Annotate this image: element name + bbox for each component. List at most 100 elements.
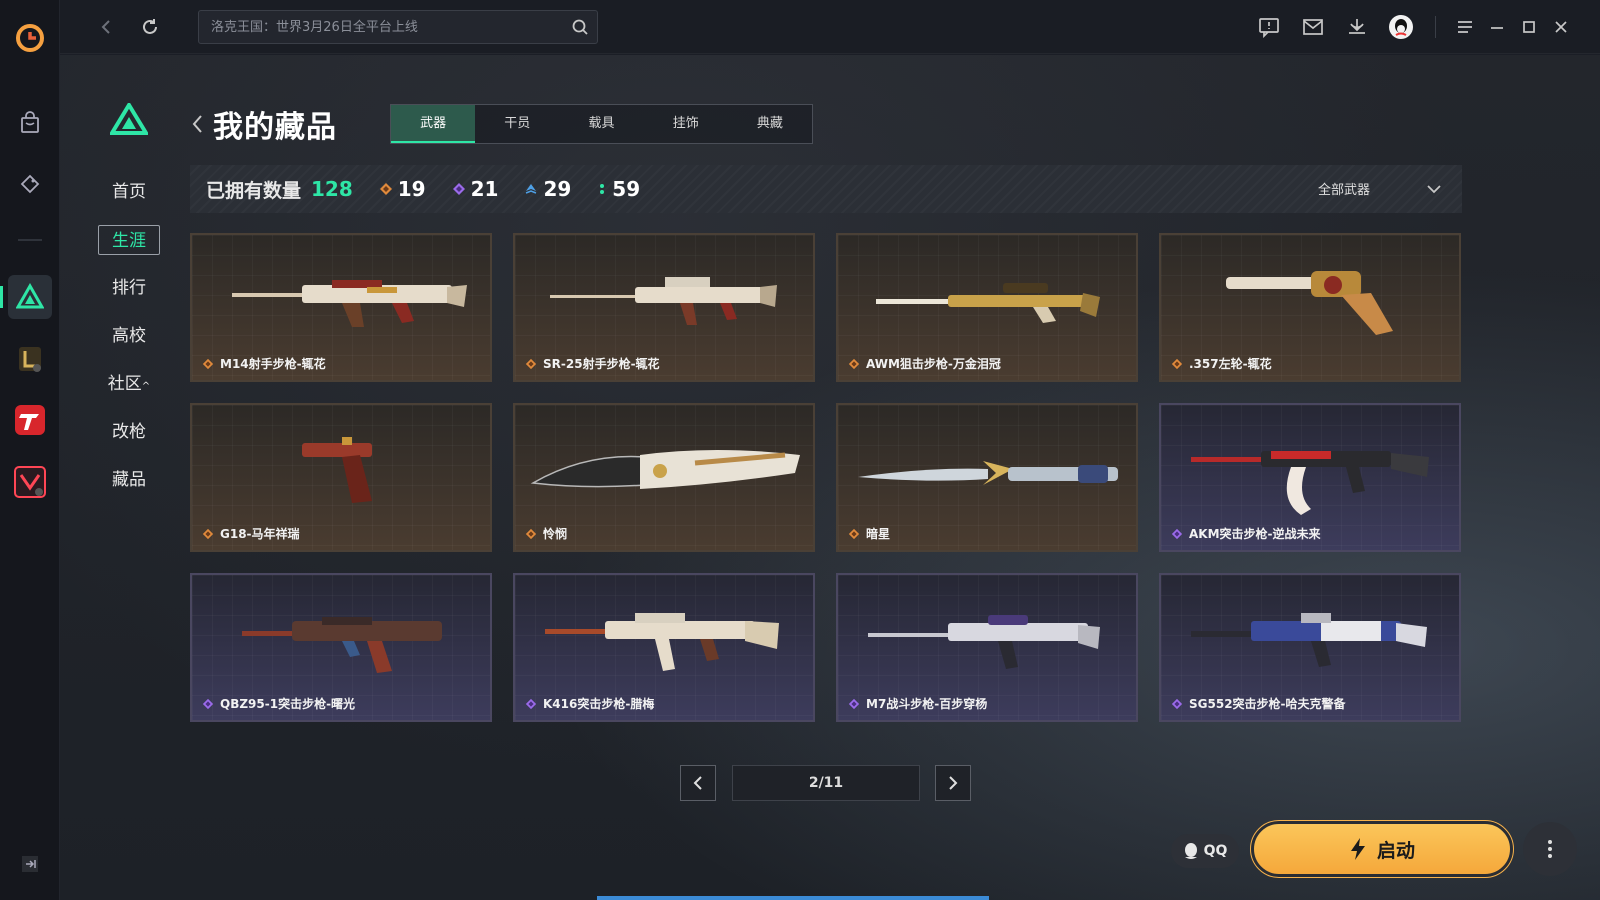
mail-icon[interactable]	[1299, 13, 1327, 41]
item-name: M14射手步枪-辄花	[220, 357, 326, 371]
item-name: SR-25射手步枪-辄花	[543, 357, 660, 371]
item-card[interactable]: M7战斗步枪-百步穿杨	[836, 573, 1138, 722]
league-game-icon[interactable]	[8, 337, 52, 381]
item-name: 暗星	[866, 527, 891, 541]
green-count: 59	[597, 177, 640, 201]
akm-rifle-icon	[1191, 451, 1429, 515]
weapon-filter-dropdown[interactable]: 全部武器	[1318, 179, 1442, 198]
sidebar-item-community[interactable]: 社区^	[98, 369, 160, 399]
item-label: G18-马年祥瑞	[202, 525, 300, 542]
purple-count: 21	[452, 177, 498, 201]
tab-weapons[interactable]: 武器	[391, 105, 476, 143]
k416-rifle-icon	[545, 613, 779, 671]
search-input[interactable]	[199, 11, 559, 43]
item-label: K416突击步枪-腊梅	[525, 695, 654, 712]
item-name: G18-马年祥瑞	[220, 527, 300, 541]
sidebar-item-ranking[interactable]: 排行	[98, 273, 160, 303]
search-box[interactable]	[198, 10, 598, 44]
app-logo-icon[interactable]	[8, 16, 52, 60]
tab-operators[interactable]: 干员	[475, 105, 559, 143]
valorant-game-icon[interactable]	[8, 460, 52, 504]
item-label: 怜悯	[525, 525, 567, 542]
prev-page-button[interactable]	[680, 765, 716, 801]
page-back-icon[interactable]	[190, 113, 204, 139]
purple-rarity-icon	[1171, 698, 1183, 709]
sidebar-item-home[interactable]: 首页	[98, 177, 160, 207]
item-label: AKM突击步枪-逆战未来	[1171, 525, 1321, 542]
item-card[interactable]: G18-马年祥瑞	[190, 403, 492, 552]
sidebar-item-college[interactable]: 高校	[98, 321, 160, 351]
item-label: AWM狙击步枪-万金泪冠	[848, 355, 1001, 372]
qq-account-button[interactable]: QQ	[1171, 834, 1239, 868]
delta-force-game-icon[interactable]	[8, 275, 52, 319]
sidebar-item-community-label: 社区	[107, 374, 142, 394]
chat-icon[interactable]	[1255, 13, 1283, 41]
sidebar-item-gunsmith[interactable]: 改枪	[98, 417, 160, 447]
item-name: 怜悯	[543, 527, 568, 541]
menu-icon[interactable]	[1451, 13, 1479, 41]
gold-count: 19	[379, 177, 426, 201]
item-label: SG552突击步枪-哈夫克警备	[1171, 695, 1346, 712]
item-name: .357左轮-辄花	[1189, 357, 1272, 371]
weapon-filter-label: 全部武器	[1317, 183, 1370, 198]
revolver-icon	[1226, 271, 1393, 335]
purple-rarity-icon	[525, 698, 537, 709]
item-card[interactable]: 暗星	[836, 403, 1138, 552]
m7-rifle-icon	[868, 615, 1100, 669]
next-page-button[interactable]	[935, 765, 971, 801]
avatar-icon[interactable]	[1387, 13, 1415, 41]
minimize-icon[interactable]	[1483, 13, 1511, 41]
back-nav-icon[interactable]	[92, 13, 120, 41]
item-label: 暗星	[848, 525, 890, 542]
gold-rarity-icon	[1171, 358, 1183, 369]
purple-rarity-icon	[848, 698, 860, 709]
lightning-icon	[1350, 838, 1365, 860]
more-vertical-icon	[1548, 840, 1552, 858]
item-name: M7战斗步枪-百步穿杨	[866, 697, 988, 711]
more-options-button[interactable]	[1523, 822, 1577, 876]
rail-divider	[18, 239, 42, 241]
gold-count-value: 19	[397, 177, 426, 201]
launch-button[interactable]: 启动	[1250, 820, 1514, 878]
item-card[interactable]: K416突击步枪-腊梅	[513, 573, 815, 722]
tab-charms[interactable]: 挂饰	[644, 105, 728, 143]
gold-rarity-icon	[848, 358, 860, 369]
collapse-sidebar-icon[interactable]	[20, 854, 40, 878]
search-icon[interactable]	[571, 18, 589, 40]
page-indicator: 2/11	[732, 765, 920, 801]
chevron-down-icon	[1427, 184, 1441, 193]
item-card[interactable]: .357左轮-辄花	[1159, 233, 1461, 382]
chevron-left-icon	[693, 776, 702, 790]
item-name: SG552突击步枪-哈夫克警备	[1189, 697, 1346, 711]
gold-rarity-icon	[525, 528, 537, 539]
awm-sniper-icon	[876, 283, 1100, 323]
item-card[interactable]: AKM突击步枪-逆战未来	[1159, 403, 1461, 552]
tag-icon[interactable]	[8, 162, 52, 206]
blue-rarity-icon	[526, 184, 537, 194]
speed-game-icon[interactable]	[8, 398, 52, 442]
sidebar-item-career[interactable]: 生涯	[98, 225, 160, 255]
item-card[interactable]: AWM狙击步枪-万金泪冠	[836, 233, 1138, 382]
tab-vehicles[interactable]: 载具	[559, 105, 643, 143]
sr25-rifle-icon	[550, 277, 777, 325]
category-tabs: 武器 干员 载具 挂饰 典藏	[390, 104, 813, 144]
tab-collectibles[interactable]: 典藏	[728, 105, 812, 143]
gold-rarity-icon	[525, 358, 537, 369]
refresh-icon[interactable]	[136, 13, 164, 41]
gold-rarity-icon	[848, 528, 860, 539]
item-card[interactable]: M14射手步枪-辄花	[190, 233, 492, 382]
green-count-value: 59	[612, 177, 641, 201]
sidebar-item-collection[interactable]: 藏品	[98, 465, 160, 495]
store-bag-icon[interactable]	[8, 101, 52, 145]
maximize-icon[interactable]	[1515, 13, 1543, 41]
item-card[interactable]: 怜悯	[513, 403, 815, 552]
download-icon[interactable]	[1343, 13, 1371, 41]
g18-pistol-icon	[302, 437, 372, 503]
item-card[interactable]: QBZ95-1突击步枪-曙光	[190, 573, 492, 722]
purple-rarity-icon	[452, 183, 465, 195]
item-card[interactable]: SR-25射手步枪-辄花	[513, 233, 815, 382]
item-card[interactable]: SG552突击步枪-哈夫克警备	[1159, 573, 1461, 722]
purple-rarity-icon	[202, 698, 214, 709]
item-name: AKM突击步枪-逆战未来	[1189, 527, 1321, 541]
close-icon[interactable]	[1547, 13, 1575, 41]
